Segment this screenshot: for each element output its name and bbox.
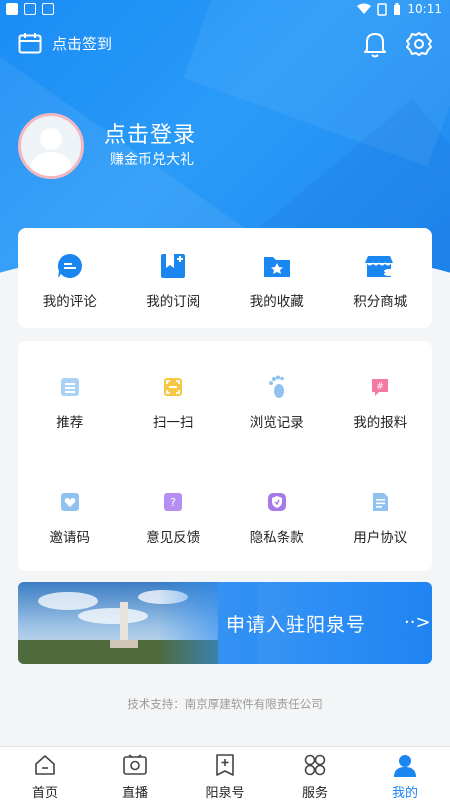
my-favorites-label: 我的收藏 bbox=[249, 294, 304, 310]
profile-icon bbox=[394, 755, 416, 777]
favorite-folder-icon bbox=[263, 257, 290, 277]
browse-history-label: 浏览记录 bbox=[249, 415, 304, 431]
my-subscriptions-button[interactable]: 我的订阅 bbox=[122, 250, 226, 310]
points-store-label: 积分商城 bbox=[353, 294, 408, 310]
image-notification-icon bbox=[24, 3, 36, 15]
privacy-icon bbox=[267, 493, 286, 511]
points-store-icon bbox=[365, 256, 395, 277]
sim-icon bbox=[377, 2, 388, 16]
avatar[interactable] bbox=[18, 113, 84, 179]
scan-label: 扫一扫 bbox=[153, 415, 194, 431]
battery-icon bbox=[394, 2, 401, 15]
report-icon: # bbox=[372, 379, 389, 396]
privacy-button[interactable]: 隐私条款 bbox=[225, 486, 329, 546]
login-title[interactable]: 点击登录 bbox=[104, 117, 196, 149]
bell-icon[interactable] bbox=[363, 30, 387, 58]
status-time: 10:11 bbox=[407, 2, 442, 16]
tab-yangquan-account-label: 阳泉号 bbox=[205, 786, 245, 800]
svg-text:?: ? bbox=[170, 496, 176, 509]
checkin-button[interactable]: 点击签到 bbox=[18, 32, 112, 54]
my-comments-label: 我的评论 bbox=[42, 294, 97, 310]
invite-code-button[interactable]: 邀请码 bbox=[18, 486, 122, 546]
home-icon bbox=[35, 755, 55, 775]
banner-text: 申请入驻阳泉号 bbox=[226, 614, 367, 636]
checkin-label: 点击签到 bbox=[52, 34, 113, 53]
feedback-icon: ? bbox=[164, 493, 183, 511]
user-agreement-icon bbox=[373, 493, 389, 511]
quick-actions-card: 我的评论 我的订阅 我的收藏 积分商城 bbox=[18, 228, 432, 328]
tab-live[interactable]: 直播 bbox=[90, 747, 180, 800]
tab-mine[interactable]: 我的 bbox=[360, 747, 450, 800]
recommend-label: 推荐 bbox=[56, 415, 84, 431]
yangquan-account-icon bbox=[216, 754, 234, 776]
my-subscriptions-label: 我的订阅 bbox=[146, 294, 201, 310]
user-agreement-button[interactable]: 用户协议 bbox=[329, 486, 433, 546]
my-reports-label: 我的报料 bbox=[353, 415, 408, 431]
apply-account-banner[interactable]: 申请入驻阳泉号 ··> bbox=[18, 582, 432, 664]
tab-mine-label: 我的 bbox=[391, 786, 418, 800]
points-store-button[interactable]: 积分商城 bbox=[329, 250, 433, 310]
gear-icon[interactable] bbox=[406, 30, 432, 58]
tab-services-label: 服务 bbox=[301, 786, 328, 800]
tools-card: 推荐 扫一扫 浏览记录 # 我的报料 邀请码 ? 意见反馈 隐私条款 用户协议 bbox=[18, 341, 432, 571]
my-comments-button[interactable]: 我的评论 bbox=[18, 250, 122, 310]
live-camera-icon bbox=[123, 754, 147, 775]
invite-code-icon bbox=[60, 493, 79, 511]
privacy-label: 隐私条款 bbox=[249, 530, 304, 546]
status-bar: 10:11 bbox=[0, 0, 450, 20]
tab-services[interactable]: 服务 bbox=[270, 747, 360, 800]
svg-text:#: # bbox=[376, 382, 384, 392]
comment-icon bbox=[57, 253, 82, 278]
app-notification-icon bbox=[42, 3, 54, 15]
scan-button[interactable]: 扫一扫 bbox=[122, 371, 226, 431]
subscribe-icon bbox=[161, 254, 186, 278]
feedback-label: 意见反馈 bbox=[146, 530, 201, 546]
monument-image bbox=[120, 602, 128, 644]
feedback-button[interactable]: ? 意见反馈 bbox=[122, 486, 226, 546]
recommend-icon bbox=[60, 378, 79, 396]
notification-icon bbox=[6, 3, 18, 15]
invite-code-label: 邀请码 bbox=[49, 530, 91, 546]
login-area[interactable]: 点击登录 赚金币兑大礼 bbox=[18, 113, 438, 183]
services-icon bbox=[304, 754, 326, 776]
my-favorites-button[interactable]: 我的收藏 bbox=[225, 250, 329, 310]
calendar-icon bbox=[18, 33, 42, 54]
login-subtitle: 赚金币兑大礼 bbox=[110, 152, 194, 168]
tab-home-label: 首页 bbox=[31, 786, 58, 800]
tab-yangquan-account[interactable]: 阳泉号 bbox=[180, 747, 270, 800]
chevron-right-icon: ··> bbox=[404, 612, 431, 633]
bottom-tab-bar: 首页 直播 阳泉号 服务 我的 bbox=[0, 746, 450, 800]
wifi-icon bbox=[357, 3, 372, 14]
tab-live-label: 直播 bbox=[121, 786, 148, 800]
recommend-button[interactable]: 推荐 bbox=[18, 371, 122, 431]
tab-home[interactable]: 首页 bbox=[0, 747, 90, 800]
footprint-icon bbox=[268, 375, 284, 398]
user-agreement-label: 用户协议 bbox=[353, 530, 408, 546]
scan-icon bbox=[164, 378, 183, 396]
browse-history-button[interactable]: 浏览记录 bbox=[225, 371, 329, 431]
tech-support-text: 技术支持：南京厚建软件有限责任公司 bbox=[127, 697, 323, 711]
my-reports-button[interactable]: # 我的报料 bbox=[329, 371, 433, 431]
